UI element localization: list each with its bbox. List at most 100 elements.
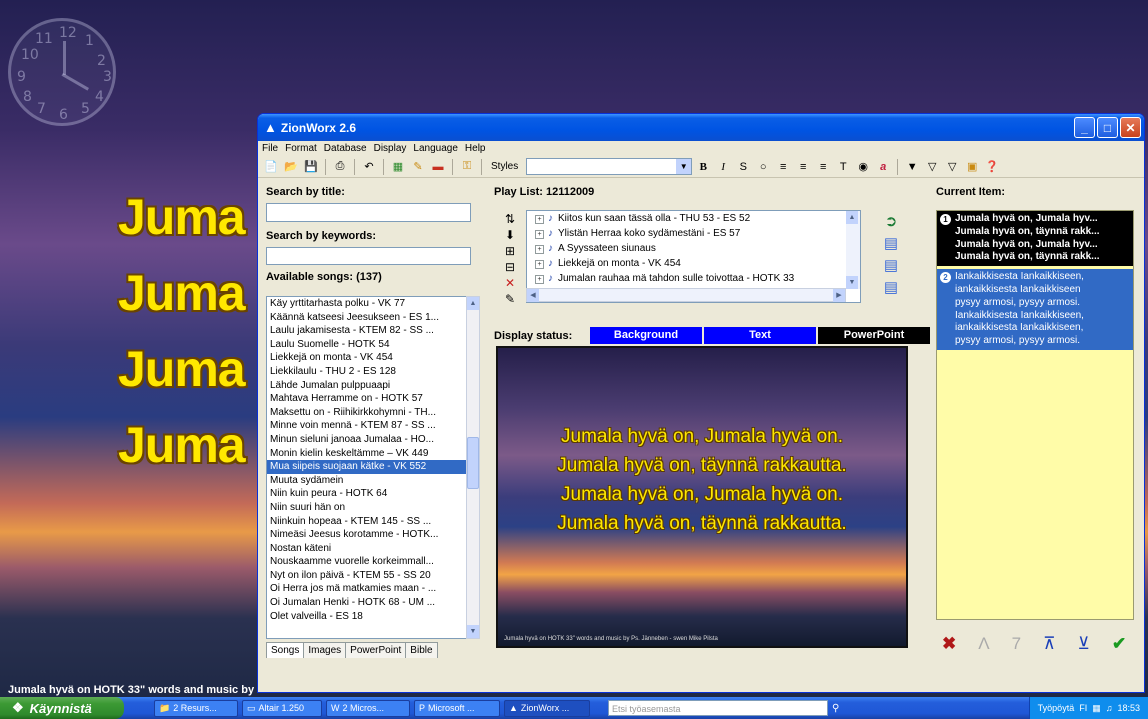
list-item[interactable]: Minne voin mennä - KTEM 87 - SS ... (267, 419, 466, 433)
clear-icon[interactable]: ▽ (943, 158, 961, 176)
chevron-up-icon[interactable]: ▲ (846, 211, 858, 224)
remove-icon[interactable]: ✕ (500, 276, 520, 292)
move-down-icon[interactable]: ⬇ (500, 228, 520, 244)
taskbar-button[interactable]: P Microsoft ... (414, 699, 500, 717)
clock-time[interactable]: 18:53 (1117, 703, 1140, 713)
tab-songs[interactable]: Songs (266, 642, 305, 658)
list-item[interactable]: Olet valveilla - ES 18 (267, 610, 466, 624)
help-icon[interactable]: ❓ (983, 158, 1001, 176)
expand-icon[interactable]: + (535, 245, 544, 254)
taskbar-button[interactable]: ▭ Altair 1.250 (242, 699, 322, 717)
print-icon[interactable]: ⎙ (331, 158, 349, 176)
chevron-down-icon[interactable]: ▼ (676, 159, 692, 174)
expand-icon[interactable]: + (535, 215, 544, 224)
chevron-right-icon[interactable]: ▶ (833, 289, 845, 302)
chevron-down-icon[interactable]: ▼ (467, 625, 479, 638)
save-icon[interactable]: 💾 (302, 158, 320, 176)
chevron-down-icon[interactable]: ▼ (846, 276, 858, 289)
align-right-icon[interactable]: ≡ (814, 158, 832, 176)
menu-database[interactable]: Database (324, 143, 367, 154)
save-playlist-icon[interactable]: ▤ (876, 278, 906, 300)
top-icon[interactable]: ⊼ (1043, 634, 1055, 654)
search-icon[interactable]: ⚲ (832, 703, 839, 714)
current-verse-2[interactable]: 2 Iankaikkisesta Iankaikkiseen, iankaikk… (937, 269, 1133, 350)
list-item[interactable]: Niinkuin hopeaa - KTEM 145 - SS ... (267, 515, 466, 529)
open-icon[interactable]: 📂 (282, 158, 300, 176)
song-list[interactable]: Käy yrttitarhasta polku - VK 77 Käännä k… (266, 296, 467, 639)
delete-song-icon[interactable]: ▬ (429, 158, 447, 176)
color-icon[interactable]: ◉ (854, 158, 872, 176)
menu-display[interactable]: Display (374, 143, 407, 154)
collapse-icon[interactable]: ⊟ (500, 260, 520, 276)
list-item[interactable]: Monin kielin keskeltämme – VK 449 (267, 447, 466, 461)
network-icon[interactable]: ▦ (1092, 703, 1101, 714)
minimize-button[interactable]: _ (1074, 117, 1095, 138)
list-item[interactable]: Laulu Suomelle - HOTK 54 (267, 338, 466, 352)
tab-images[interactable]: Images (303, 642, 347, 658)
playlist-scrollbar[interactable]: ▲ ▼ (846, 211, 860, 289)
expand-icon[interactable]: + (535, 260, 544, 269)
taskbar-button[interactable]: 📁 2 Resurs... (154, 699, 238, 717)
start-button[interactable]: ❖ Käynnistä (0, 697, 124, 719)
font-size-icon[interactable]: T (834, 158, 852, 176)
lock-icon[interactable]: ⚿ (458, 158, 476, 176)
settings-icon[interactable]: ▣ (963, 158, 981, 176)
playlist-item[interactable]: + ♪ Jumalan rauhaa mä tahdon sulle toivott… (527, 271, 860, 286)
shadow-icon[interactable]: S (734, 158, 752, 176)
list-item[interactable]: Nimeäsi Jeesus korotamme - HOTK... (267, 528, 466, 542)
playlist-item[interactable]: + ♪ A Syyssateen siunaus (527, 241, 860, 256)
italic-icon[interactable]: I (714, 158, 732, 176)
desktop-search-input[interactable]: Etsi työasemasta (608, 700, 828, 716)
playlist-item[interactable]: + ♪ Kiitos kun saan tässä olla - THU 53 - … (527, 211, 860, 226)
powerpoint-status-button[interactable]: PowerPoint (818, 327, 930, 344)
text-status-button[interactable]: Text (704, 327, 816, 344)
move-updown-icon[interactable]: ⇅ (500, 212, 520, 228)
list-item[interactable]: Lähde Jumalan pulppuaapi (267, 379, 466, 393)
list-item[interactable]: Nouskaamme vuorelle korkeimmall... (267, 555, 466, 569)
expand-icon[interactable]: ⊞ (500, 244, 520, 260)
list-item[interactable]: Liekkilaulu - THU 2 - ES 128 (267, 365, 466, 379)
menu-help[interactable]: Help (465, 143, 486, 154)
edit-song-icon[interactable]: ✎ (409, 158, 427, 176)
list-item[interactable]: Nostan käteni (267, 542, 466, 556)
tab-bible[interactable]: Bible (405, 642, 438, 658)
list-item[interactable]: Niin kuin peura - HOTK 64 (267, 487, 466, 501)
list-item[interactable]: Oi Herra jos mä matkamies maan - ... (267, 582, 466, 596)
undo-icon[interactable]: ↶ (360, 158, 378, 176)
scroll-thumb[interactable] (467, 437, 479, 489)
align-left-icon[interactable]: ≡ (774, 158, 792, 176)
menu-format[interactable]: Format (285, 143, 317, 154)
display-icon[interactable]: ▼ (903, 158, 921, 176)
list-item[interactable]: Muuta sydämein (267, 474, 466, 488)
background-status-button[interactable]: Background (590, 327, 702, 344)
list-item[interactable]: Mahtava Herramme on - HOTK 57 (267, 392, 466, 406)
chevron-left-icon[interactable]: ◀ (527, 289, 539, 302)
blank-icon[interactable]: ▽ (923, 158, 941, 176)
desktop-toolbar-label[interactable]: Työpöytä (1038, 703, 1075, 713)
list-item-selected[interactable]: Mua siipeis suojaan kätke - VK 552 (267, 460, 466, 474)
menu-language[interactable]: Language (413, 143, 458, 154)
add-to-playlist-icon[interactable]: ▤ (876, 234, 906, 256)
new-icon[interactable]: 📄 (262, 158, 280, 176)
taskbar-button-active[interactable]: ▲ ZionWorx ... (504, 699, 590, 717)
list-item[interactable]: Oi Jumalan Henki - HOTK 68 - UM ... (267, 596, 466, 610)
list-item[interactable]: Minun sieluni janoaa Jumalaa - HO... (267, 433, 466, 447)
seven-icon[interactable]: 7 (1012, 634, 1021, 654)
song-list-scrollbar[interactable]: ▲ ▼ (466, 296, 480, 639)
playlist-item[interactable]: + ♪ Ylistän Herraa koko sydämestäni - ES 5… (527, 226, 860, 241)
list-item[interactable]: Maksettu on - Riihikirkkohymni - TH... (267, 406, 466, 420)
first-icon[interactable]: Λ (978, 634, 989, 654)
bold-icon[interactable]: B (694, 158, 712, 176)
list-item[interactable]: Nyt on ilon päivä - KTEM 55 - SS 20 (267, 569, 466, 583)
add-song-icon[interactable]: ▦ (389, 158, 407, 176)
language-indicator[interactable]: FI (1079, 703, 1087, 713)
menu-file[interactable]: File (262, 143, 278, 154)
align-center-icon[interactable]: ≡ (794, 158, 812, 176)
edit-icon[interactable]: ✎ (500, 292, 520, 308)
playlist-hscrollbar[interactable]: ◀ ▶ (526, 288, 846, 302)
tab-powerpoint[interactable]: PowerPoint (345, 642, 407, 658)
outline-icon[interactable]: ○ (754, 158, 772, 176)
go-live-icon[interactable]: ➲ (876, 212, 906, 234)
check-icon[interactable]: ✔ (1112, 634, 1126, 654)
remove-icon[interactable]: ✖ (942, 634, 956, 654)
